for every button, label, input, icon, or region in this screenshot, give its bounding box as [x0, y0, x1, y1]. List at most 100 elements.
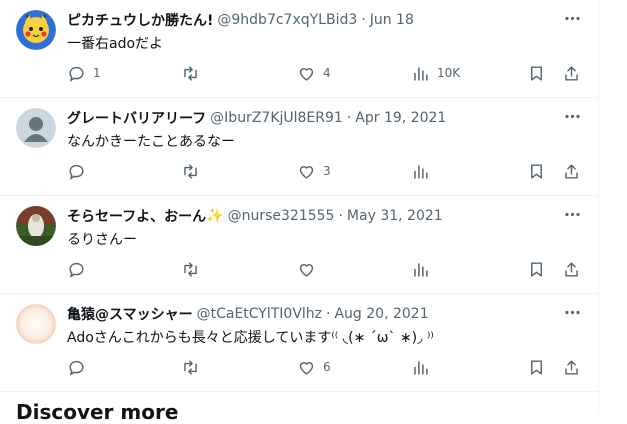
reply-button[interactable]: 1: [67, 63, 101, 83]
share-button[interactable]: [562, 259, 581, 279]
pikachu-avatar-image: [16, 10, 56, 50]
tweet-header: ピカチュウしか勝たん! @9hdb7c7xqYLBid3 · Jun 18: [67, 10, 414, 30]
tweet[interactable]: 亀猿@スマッシャー @tCaEtCYlTI0Vlhz · Aug 20, 202…: [0, 294, 598, 392]
views-button[interactable]: 10K: [411, 63, 460, 83]
default-profile-avatar-image: [16, 108, 56, 148]
tweet-date[interactable]: Apr 19, 2021: [355, 110, 446, 126]
tweet-header: グレートバリアリーフ @IburZ7KjUl8ER91 · Apr 19, 20…: [67, 108, 446, 128]
reply-icon: [69, 360, 84, 376]
tweet-actions: [0, 259, 598, 279]
like-button[interactable]: [297, 259, 323, 279]
share-button[interactable]: [562, 357, 581, 377]
tweet-date[interactable]: Jun 18: [370, 12, 414, 28]
more-button[interactable]: [560, 106, 584, 126]
bookmark-icon: [531, 65, 542, 81]
views-button[interactable]: [411, 161, 437, 181]
like-count: 3: [323, 164, 331, 178]
like-button[interactable]: 4: [297, 63, 331, 83]
more-button[interactable]: [560, 302, 584, 322]
tweet[interactable]: グレートバリアリーフ @IburZ7KjUl8ER91 · Apr 19, 20…: [0, 98, 598, 196]
more-icon: [564, 114, 580, 118]
like-icon: [299, 67, 314, 81]
bookmark-button[interactable]: [527, 63, 546, 83]
like-icon: [299, 165, 314, 179]
like-icon: [299, 361, 314, 375]
tweet[interactable]: そらセーフよ、おーん ✨ @nurse321555 · May 31, 2021…: [0, 196, 598, 294]
retweet-button[interactable]: [181, 161, 207, 181]
tweet-header: そらセーフよ、おーん ✨ @nurse321555 · May 31, 2021: [67, 206, 443, 226]
retweet-icon: [184, 261, 197, 277]
user-handle[interactable]: @9hdb7c7xqYLBid3: [217, 12, 357, 28]
retweet-icon: [184, 65, 197, 81]
like-count: 4: [323, 66, 331, 80]
reply-icon: [69, 164, 84, 180]
bookmark-icon: [531, 163, 542, 179]
views-icon: [414, 164, 428, 179]
display-name[interactable]: ピカチュウしか勝たん!: [67, 10, 213, 30]
user-handle[interactable]: @IburZ7KjUl8ER91: [210, 110, 343, 126]
reply-icon: [69, 262, 84, 278]
retweet-button[interactable]: [181, 63, 207, 83]
tweet-actions: 3: [0, 161, 598, 181]
tweet-text: 一番右adoだよ: [67, 36, 164, 52]
view-count: 10K: [437, 66, 461, 80]
blurred-avatar-image: [16, 304, 56, 344]
display-name[interactable]: グレートバリアリーフ: [67, 108, 206, 128]
timeline: ピカチュウしか勝たん! @9hdb7c7xqYLBid3 · Jun 18 一番…: [0, 0, 599, 424]
avatar[interactable]: [16, 10, 56, 50]
photo-avatar-image: [16, 206, 56, 246]
tweet-text: るりさんー: [67, 232, 137, 248]
sparkles-emoji: ✨: [206, 208, 224, 224]
reply-button[interactable]: [67, 259, 93, 279]
like-button[interactable]: 3: [297, 161, 331, 181]
retweet-icon: [184, 163, 197, 179]
reply-icon: [69, 66, 84, 82]
tweet-date[interactable]: May 31, 2021: [347, 208, 443, 224]
like-icon: [299, 263, 314, 277]
bookmark-button[interactable]: [527, 357, 546, 377]
like-count: 6: [323, 360, 331, 374]
share-icon: [565, 65, 578, 81]
separator: ·: [361, 12, 366, 28]
more-button[interactable]: [560, 204, 584, 224]
bookmark-button[interactable]: [527, 259, 546, 279]
avatar[interactable]: [16, 304, 56, 344]
tweet-header: 亀猿@スマッシャー @tCaEtCYlTI0Vlhz · Aug 20, 202…: [67, 304, 429, 324]
reply-count: 1: [93, 66, 101, 80]
tweet-text: なんかきーたことあるなー: [67, 134, 235, 150]
display-name[interactable]: 亀猿@スマッシャー: [67, 304, 193, 324]
retweet-button[interactable]: [181, 357, 207, 377]
bookmark-button[interactable]: [527, 161, 546, 181]
like-button[interactable]: 6: [297, 357, 331, 377]
views-button[interactable]: [411, 357, 437, 377]
tweet-actions: 6: [0, 357, 598, 377]
retweet-icon: [184, 359, 197, 375]
separator: ·: [346, 110, 352, 126]
user-handle[interactable]: @tCaEtCYlTI0Vlhz: [197, 306, 322, 322]
display-name[interactable]: そらセーフよ、おーん: [67, 206, 206, 226]
user-handle[interactable]: @nurse321555: [228, 208, 335, 224]
more-icon: [564, 212, 580, 216]
share-button[interactable]: [562, 161, 581, 181]
tweet-actions: 1 4 10K: [0, 63, 598, 83]
views-icon: [414, 360, 428, 375]
views-button[interactable]: [411, 259, 437, 279]
bookmark-icon: [531, 359, 542, 375]
avatar[interactable]: [16, 108, 56, 148]
separator: ·: [326, 306, 331, 322]
reply-button[interactable]: [67, 357, 93, 377]
reply-button[interactable]: [67, 161, 93, 181]
avatar[interactable]: [16, 206, 56, 246]
more-icon: [564, 16, 580, 20]
share-icon: [565, 163, 578, 179]
more-button[interactable]: [560, 8, 584, 28]
share-icon: [565, 359, 578, 375]
bookmark-icon: [531, 261, 542, 277]
tweet-date[interactable]: Aug 20, 2021: [334, 306, 428, 322]
views-icon: [414, 262, 428, 277]
share-icon: [565, 261, 578, 277]
retweet-button[interactable]: [181, 259, 207, 279]
share-button[interactable]: [562, 63, 581, 83]
discover-more-heading: Discover more: [16, 400, 179, 424]
tweet[interactable]: ピカチュウしか勝たん! @9hdb7c7xqYLBid3 · Jun 18 一番…: [0, 0, 598, 98]
